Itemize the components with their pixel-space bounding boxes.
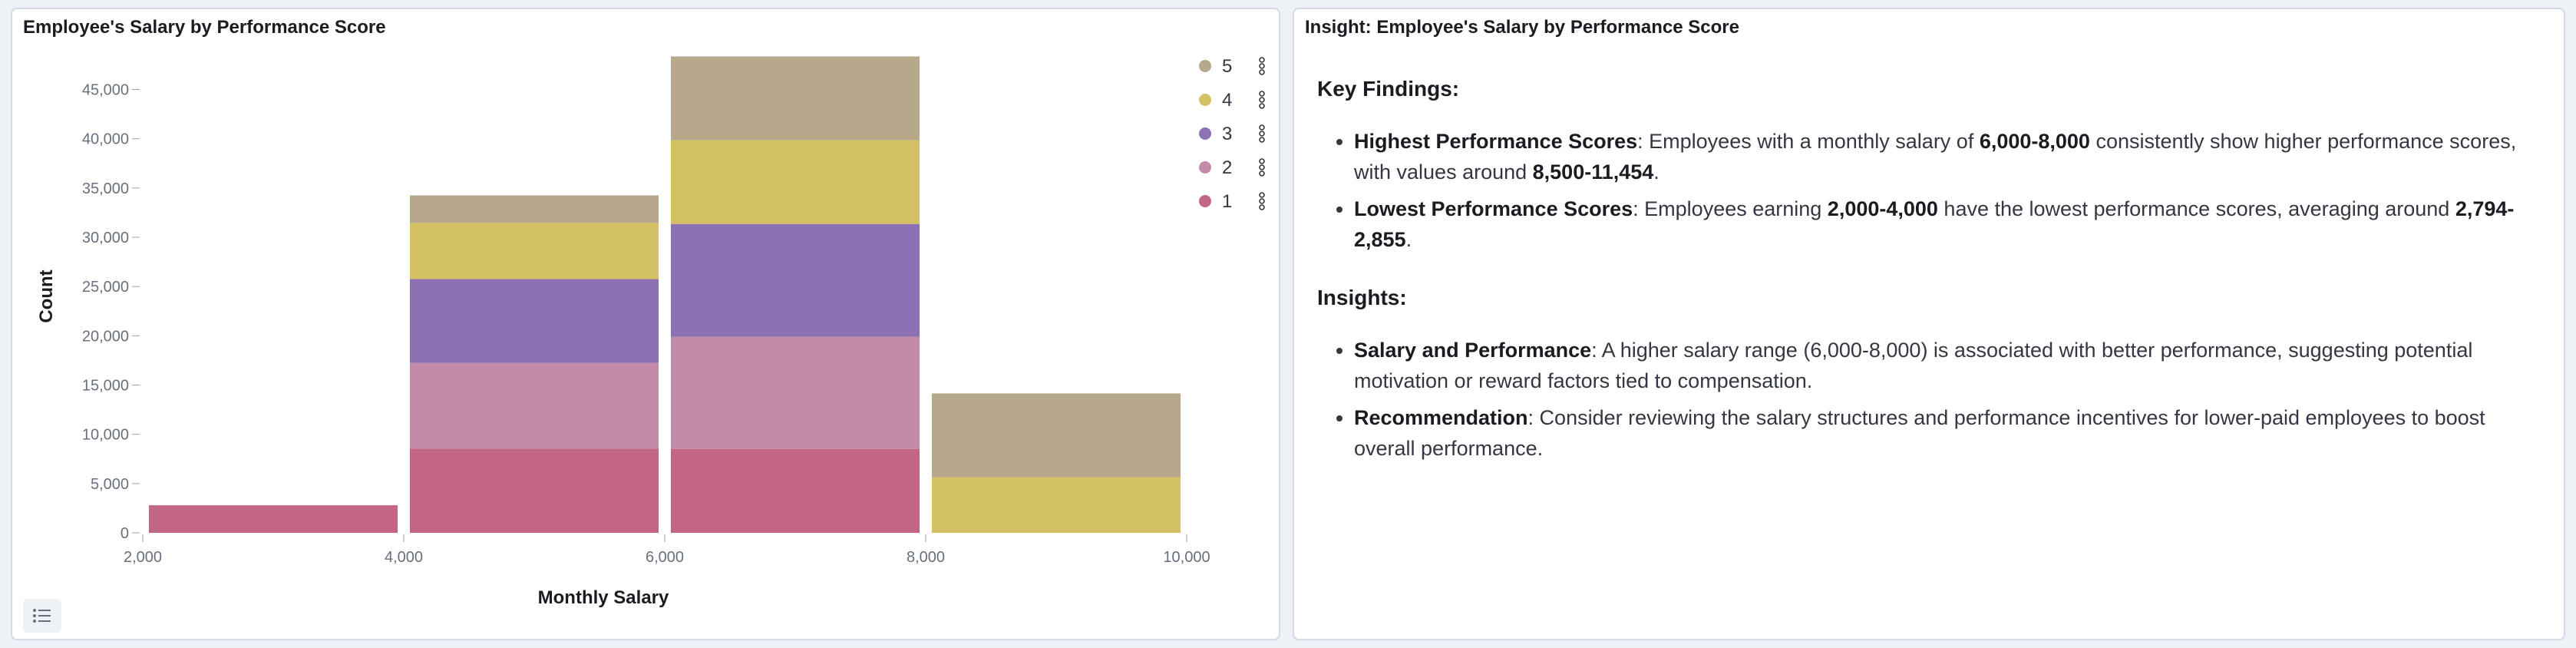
legend-label-4: 4 — [1222, 90, 1232, 111]
vertical-dots-icon[interactable] — [1259, 170, 1265, 177]
y-tick-label: 25,000 — [82, 279, 129, 296]
insight-list-item: Highest Performance Scores: Employees wi… — [1354, 126, 2536, 187]
insight-text: . — [1405, 228, 1412, 251]
vertical-dots-icon[interactable] — [1259, 204, 1265, 210]
x-tick-label: 10,000 — [1163, 549, 1210, 566]
bar-segment-score-3[interactable] — [671, 223, 920, 337]
legend-swatch-2 — [1199, 161, 1211, 174]
vertical-dots-icon[interactable] — [1259, 69, 1265, 75]
insight-section-heading: Insights: — [1317, 286, 1407, 309]
insight-list: Salary and Performance: A higher salary … — [1317, 335, 2536, 464]
bar-segment-score-4[interactable] — [410, 223, 659, 279]
insight-bold-text: Lowest Performance Scores — [1354, 197, 1633, 220]
list-icon — [33, 609, 51, 623]
y-tick-label: 10,000 — [82, 427, 129, 444]
stacked-bar-chart: 2,000 4,000 6,000 8,000 10,00005,00010,00015… — [36, 56, 1265, 608]
bar-segment-score-4[interactable] — [932, 477, 1181, 533]
legend-label-2: 2 — [1222, 157, 1232, 178]
y-axis-title: Count — [36, 269, 57, 322]
insight-list-item: Recommendation: Consider reviewing the s… — [1354, 402, 2536, 464]
legend-toggle-button[interactable] — [23, 599, 61, 633]
legend-swatch-3 — [1199, 127, 1211, 140]
bar-segment-score-2[interactable] — [671, 336, 920, 449]
y-tick-label: 45,000 — [82, 82, 129, 99]
vertical-dots-icon[interactable] — [1259, 91, 1265, 97]
vertical-dots-icon[interactable] — [1259, 57, 1265, 63]
legend-swatch-4 — [1199, 94, 1211, 106]
bar-segment-score-5[interactable] — [932, 393, 1181, 478]
bar-segment-score-2[interactable] — [410, 362, 659, 449]
x-tick-label: 2,000 — [124, 549, 162, 566]
insight-list-item: Salary and Performance: A higher salary … — [1354, 335, 2536, 396]
chart-panel: Employee's Salary by Performance Score 2… — [11, 8, 1280, 640]
y-tick-label: 30,000 — [82, 230, 129, 246]
insight-text: : Employees with a monthly salary of — [1637, 130, 1980, 153]
y-tick-label: 5,000 — [91, 476, 129, 493]
legend-label-1: 1 — [1222, 191, 1232, 212]
vertical-dots-icon[interactable] — [1259, 198, 1265, 204]
bar-segment-score-5[interactable] — [410, 195, 659, 223]
insight-text: have the lowest performance scores, aver… — [1937, 197, 2455, 220]
y-tick-label: 0 — [121, 525, 129, 542]
y-tick-label: 20,000 — [82, 328, 129, 345]
insight-bold-text: Salary and Performance — [1354, 339, 1592, 362]
legend-label-5: 5 — [1222, 56, 1232, 77]
insight-panel: Insight: Employee's Salary by Performanc… — [1293, 8, 2565, 640]
insight-bold-text: 2,000-4,000 — [1827, 197, 1938, 220]
insight-list-item: Lowest Performance Scores: Employees ear… — [1354, 193, 2536, 255]
x-tick-label: 4,000 — [385, 549, 423, 566]
insight-section-heading: Key Findings: — [1317, 77, 1460, 101]
insight-panel-title: Insight: Employee's Salary by Performanc… — [1305, 17, 1739, 38]
insight-text: . — [1653, 160, 1660, 183]
insight-bold-text: Recommendation — [1354, 406, 1528, 429]
x-axis-title: Monthly Salary — [538, 587, 669, 608]
bar-segment-score-1[interactable] — [671, 448, 920, 533]
vertical-dots-icon[interactable] — [1259, 131, 1265, 137]
insight-bold-text: 8,500-11,454 — [1532, 160, 1654, 183]
insight-bold-text: Highest Performance Scores — [1354, 130, 1638, 153]
legend-swatch-1 — [1199, 195, 1211, 207]
insight-bold-text: 6,000-8,000 — [1979, 130, 2090, 153]
bar-segment-score-5[interactable] — [671, 56, 920, 141]
legend-label-3: 3 — [1222, 124, 1232, 144]
legend-swatch-5 — [1199, 60, 1211, 72]
insight-text: : Employees earning — [1633, 197, 1828, 220]
bar-segment-score-4[interactable] — [671, 140, 920, 224]
vertical-dots-icon[interactable] — [1259, 158, 1265, 164]
x-tick-label: 6,000 — [646, 549, 684, 566]
insight-content: Key Findings: Highest Performance Scores:… — [1317, 58, 2536, 491]
vertical-dots-icon[interactable] — [1259, 97, 1265, 103]
vertical-dots-icon[interactable] — [1259, 192, 1265, 198]
bar-segment-score-1[interactable] — [149, 505, 398, 533]
vertical-dots-icon[interactable] — [1259, 164, 1265, 170]
insight-list: Highest Performance Scores: Employees wi… — [1317, 126, 2536, 255]
x-tick-label: 8,000 — [907, 549, 945, 566]
bar-segment-score-3[interactable] — [410, 279, 659, 363]
y-tick-label: 35,000 — [82, 180, 129, 197]
vertical-dots-icon[interactable] — [1259, 124, 1265, 131]
vertical-dots-icon[interactable] — [1259, 137, 1265, 143]
bar-segment-score-1[interactable] — [410, 448, 659, 533]
vertical-dots-icon[interactable] — [1259, 63, 1265, 69]
vertical-dots-icon[interactable] — [1259, 103, 1265, 109]
y-tick-label: 40,000 — [82, 131, 129, 148]
y-tick-label: 15,000 — [82, 378, 129, 395]
